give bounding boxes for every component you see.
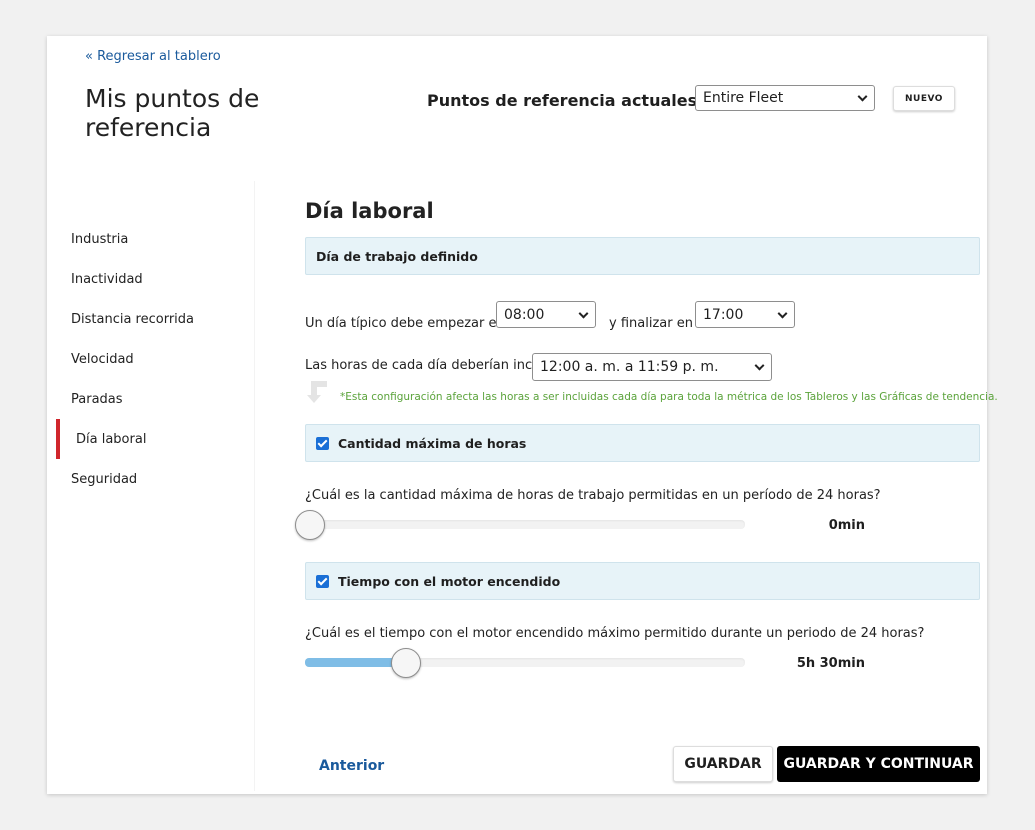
fleet-select-value: Entire Fleet bbox=[703, 90, 784, 106]
max-hours-checkbox[interactable] bbox=[316, 436, 329, 450]
chevron-down-icon bbox=[777, 308, 788, 319]
engine-time-slider-track[interactable] bbox=[305, 658, 745, 667]
current-benchmarks-label: Puntos de referencia actuales : bbox=[427, 91, 710, 110]
sidebar-item-inactividad[interactable]: Inactividad bbox=[71, 272, 143, 287]
chevron-down-icon bbox=[578, 308, 589, 319]
start-time-label: Un día típico debe empezar en bbox=[305, 316, 505, 331]
save-continue-button[interactable]: GUARDAR Y CONTINUAR bbox=[777, 746, 980, 782]
config-note: *Esta configuración afecta las horas a s… bbox=[340, 391, 998, 403]
sidebar-item-velocidad[interactable]: Velocidad bbox=[71, 352, 134, 367]
workday-defined-band: Día de trabajo definido bbox=[305, 237, 980, 275]
max-hours-question: ¿Cuál es la cantidad máxima de horas de … bbox=[305, 488, 881, 503]
new-benchmark-button[interactable]: NUEVO bbox=[893, 86, 955, 111]
chevron-down-icon bbox=[857, 91, 868, 102]
engine-time-label: Tiempo con el motor encendido bbox=[338, 573, 561, 589]
max-hours-value: 0min bbox=[828, 518, 865, 533]
sidebar-item-dia-laboral[interactable]: Día laboral bbox=[76, 432, 146, 447]
sidebar-divider bbox=[254, 181, 255, 791]
sidebar-item-industria[interactable]: Industria bbox=[71, 232, 128, 247]
max-hours-slider-track[interactable] bbox=[305, 520, 745, 529]
save-button[interactable]: GUARDAR bbox=[673, 746, 773, 782]
end-time-value: 17:00 bbox=[703, 306, 744, 323]
start-time-select[interactable]: 08:00 bbox=[496, 301, 596, 328]
start-time-value: 08:00 bbox=[504, 306, 545, 323]
chevron-down-icon bbox=[754, 360, 765, 371]
engine-time-question: ¿Cuál es el tiempo con el motor encendid… bbox=[305, 626, 925, 641]
max-hours-band: Cantidad máxima de horas bbox=[305, 424, 980, 462]
active-indicator bbox=[56, 419, 60, 459]
previous-link[interactable]: Anterior bbox=[319, 758, 384, 774]
hours-range-select[interactable]: 12:00 a. m. a 11:59 p. m. bbox=[532, 353, 772, 381]
sidebar-item-seguridad[interactable]: Seguridad bbox=[71, 472, 137, 487]
benchmarks-card: « Regresar al tablero Mis puntos de refe… bbox=[47, 36, 998, 794]
workday-defined-label: Día de trabajo definido bbox=[316, 248, 478, 264]
end-time-select[interactable]: 17:00 bbox=[695, 301, 795, 328]
section-title: Día laboral bbox=[305, 199, 434, 223]
engine-time-slider-handle[interactable] bbox=[391, 648, 421, 678]
hours-range-label: Las horas de cada día deberían incluir bbox=[305, 358, 553, 373]
back-to-dashboard-link[interactable]: « Regresar al tablero bbox=[85, 49, 221, 64]
page-title: Mis puntos de referencia bbox=[85, 84, 260, 142]
max-hours-label: Cantidad máxima de horas bbox=[338, 435, 527, 451]
hours-range-value: 12:00 a. m. a 11:59 p. m. bbox=[540, 359, 719, 375]
end-time-label: y finalizar en bbox=[609, 316, 693, 331]
max-hours-slider-handle[interactable] bbox=[295, 510, 325, 540]
fleet-select[interactable]: Entire Fleet bbox=[695, 85, 875, 111]
engine-time-checkbox[interactable] bbox=[316, 574, 329, 588]
sidebar-item-distancia[interactable]: Distancia recorrida bbox=[71, 312, 194, 327]
engine-time-band: Tiempo con el motor encendido bbox=[305, 562, 980, 600]
corner-arrow-icon bbox=[307, 381, 327, 403]
engine-time-value: 5h 30min bbox=[796, 656, 865, 671]
sidebar-item-paradas[interactable]: Paradas bbox=[71, 392, 123, 407]
